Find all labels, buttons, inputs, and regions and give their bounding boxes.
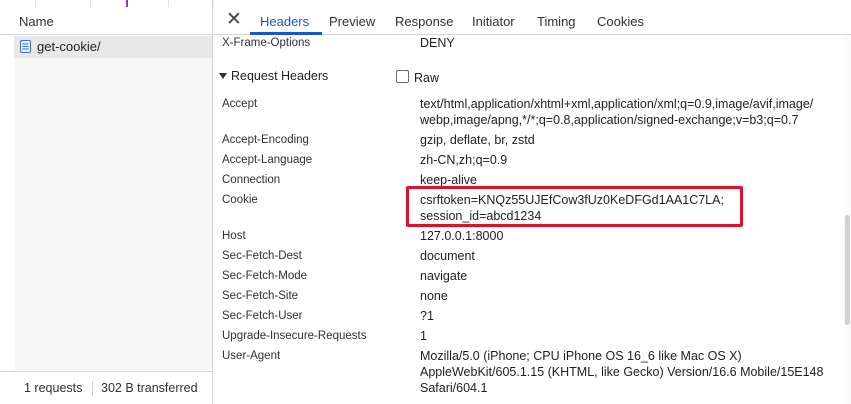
cookie-highlight-box <box>406 186 743 227</box>
header-value: 127.0.0.1:8000 <box>420 229 504 243</box>
close-icon[interactable]: ✕ <box>226 9 242 31</box>
header-value: gzip, deflate, br, zstd <box>420 133 535 147</box>
header-value: none <box>420 289 448 303</box>
header-key: Sec-Fetch-Site <box>222 290 299 302</box>
document-icon <box>20 40 31 53</box>
raw-checkbox[interactable] <box>396 70 409 83</box>
scrollbar-thumb[interactable] <box>845 215 850 325</box>
tab-headers[interactable]: Headers <box>260 14 309 29</box>
tab-initiator[interactable]: Initiator <box>472 14 515 29</box>
status-divider <box>92 381 93 396</box>
overview-timeline[interactable] <box>0 0 214 7</box>
header-key: Connection <box>222 174 281 186</box>
header-key: Upgrade-Insecure-Requests <box>222 330 367 342</box>
network-status-bar: 1 requests 302 B transferred <box>0 371 212 404</box>
tab-timing[interactable]: Timing <box>537 14 576 29</box>
requests-panel: Name get-cookie/ 1 requests 302 B transf… <box>0 0 214 404</box>
request-name: get-cookie/ <box>37 39 101 54</box>
header-value: text/html,application/xhtml+xml,applicat… <box>420 97 814 127</box>
header-key: Sec-Fetch-User <box>222 310 303 322</box>
name-column-header[interactable]: Name <box>0 7 212 35</box>
expand-triangle-icon[interactable] <box>219 73 227 79</box>
header-value: ?1 <box>420 309 434 323</box>
header-value: Mozilla/5.0 (iPhone; CPU iPhone OS 16_6 … <box>420 349 824 395</box>
tab-cookies[interactable]: Cookies <box>597 14 644 29</box>
header-key: Cookie <box>222 194 258 206</box>
request-row[interactable]: get-cookie/ <box>14 36 212 58</box>
header-value: zh-CN,zh;q=0.9 <box>420 153 508 167</box>
header-value: document <box>420 249 475 263</box>
header-value: DENY <box>420 36 455 50</box>
tab-response[interactable]: Response <box>395 14 454 29</box>
request-list-empty-area <box>14 58 212 370</box>
header-key: X-Frame-Options <box>222 37 311 49</box>
detail-tabs: ✕ Headers Preview Response Initiator Tim… <box>214 7 851 35</box>
name-column-label: Name <box>19 14 54 29</box>
headers-content: X-Frame-Options DENY Request Headers Raw… <box>214 35 844 404</box>
header-key: User-Agent <box>222 350 281 362</box>
header-value: 1 <box>420 329 427 343</box>
raw-label: Raw <box>414 71 440 85</box>
header-value: navigate <box>420 269 468 283</box>
transferred-size: 302 B transferred <box>101 381 198 395</box>
header-key: Sec-Fetch-Mode <box>222 270 308 282</box>
header-key: Accept <box>222 98 258 110</box>
header-key: Host <box>222 230 246 242</box>
header-key: Accept-Language <box>222 154 313 166</box>
tab-preview[interactable]: Preview <box>329 14 375 29</box>
section-title: Request Headers <box>231 69 329 83</box>
request-headers-section-header[interactable]: Request Headers Raw <box>214 66 844 88</box>
request-count: 1 requests <box>24 381 83 395</box>
header-key: Accept-Encoding <box>222 134 309 146</box>
header-key: Sec-Fetch-Dest <box>222 250 302 262</box>
